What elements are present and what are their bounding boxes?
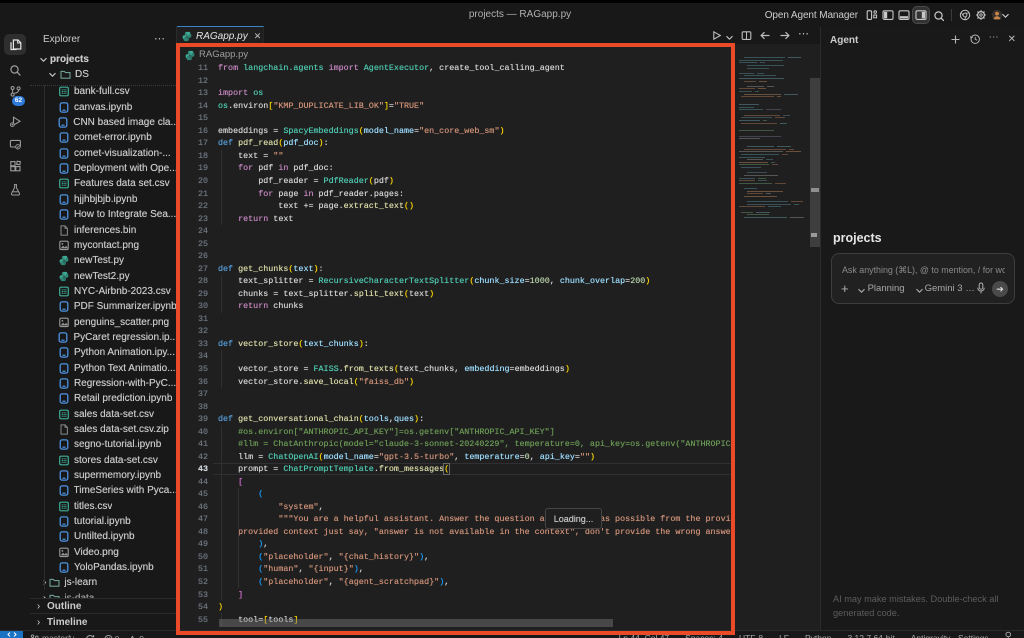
svg-text:0: 0: [115, 634, 120, 638]
svg-text:0: 0: [139, 634, 144, 638]
